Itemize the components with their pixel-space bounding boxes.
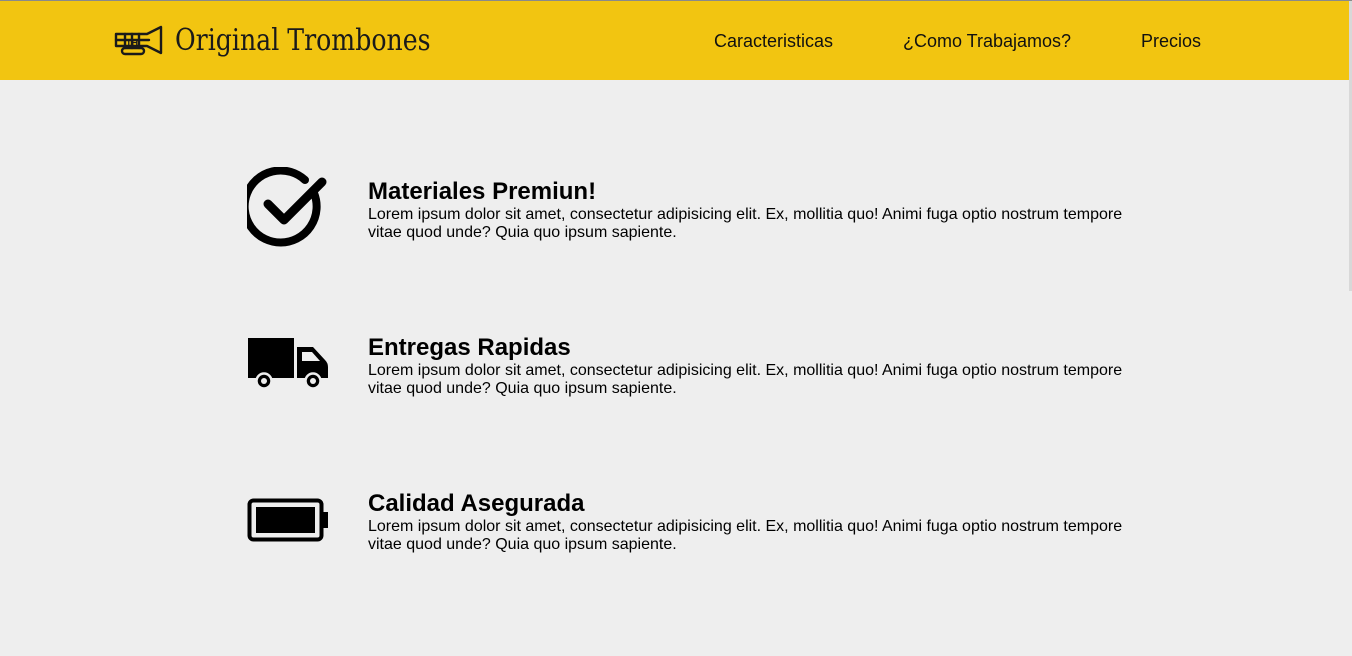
battery-full-icon xyxy=(247,498,328,542)
trumpet-icon: TH xyxy=(114,25,163,56)
brand-name: Original Trombones xyxy=(175,22,431,58)
feature-title: Calidad Asegurada xyxy=(368,490,585,517)
feature-text: Lorem ipsum dolor sit amet, consectetur … xyxy=(368,518,1123,553)
check-circle-icon xyxy=(247,167,327,247)
feature-title: Materiales Premiun! xyxy=(368,178,597,205)
feature-item: Entregas Rapidas Lorem ipsum dolor sit a… xyxy=(0,316,1352,406)
nav-caracteristicas[interactable]: Caracteristicas xyxy=(714,31,833,52)
nav-como-trabajamos[interactable]: ¿Como Trabajamos? xyxy=(903,31,1071,52)
feature-title: Entregas Rapidas xyxy=(368,334,571,361)
site-header: TH Original Trombones Caracteristicas ¿C… xyxy=(0,1,1349,80)
nav-precios[interactable]: Precios xyxy=(1141,31,1201,52)
brand-logo[interactable]: TH Original Trombones xyxy=(113,20,479,60)
feature-text: Lorem ipsum dolor sit amet, consectetur … xyxy=(368,206,1123,241)
feature-item: Materiales Premiun! Lorem ipsum dolor si… xyxy=(0,160,1352,250)
feature-item: Calidad Asegurada Lorem ipsum dolor sit … xyxy=(0,472,1352,562)
feature-text: Lorem ipsum dolor sit amet, consectetur … xyxy=(368,362,1123,397)
svg-text:TH: TH xyxy=(126,38,138,48)
truck-icon xyxy=(248,338,328,390)
